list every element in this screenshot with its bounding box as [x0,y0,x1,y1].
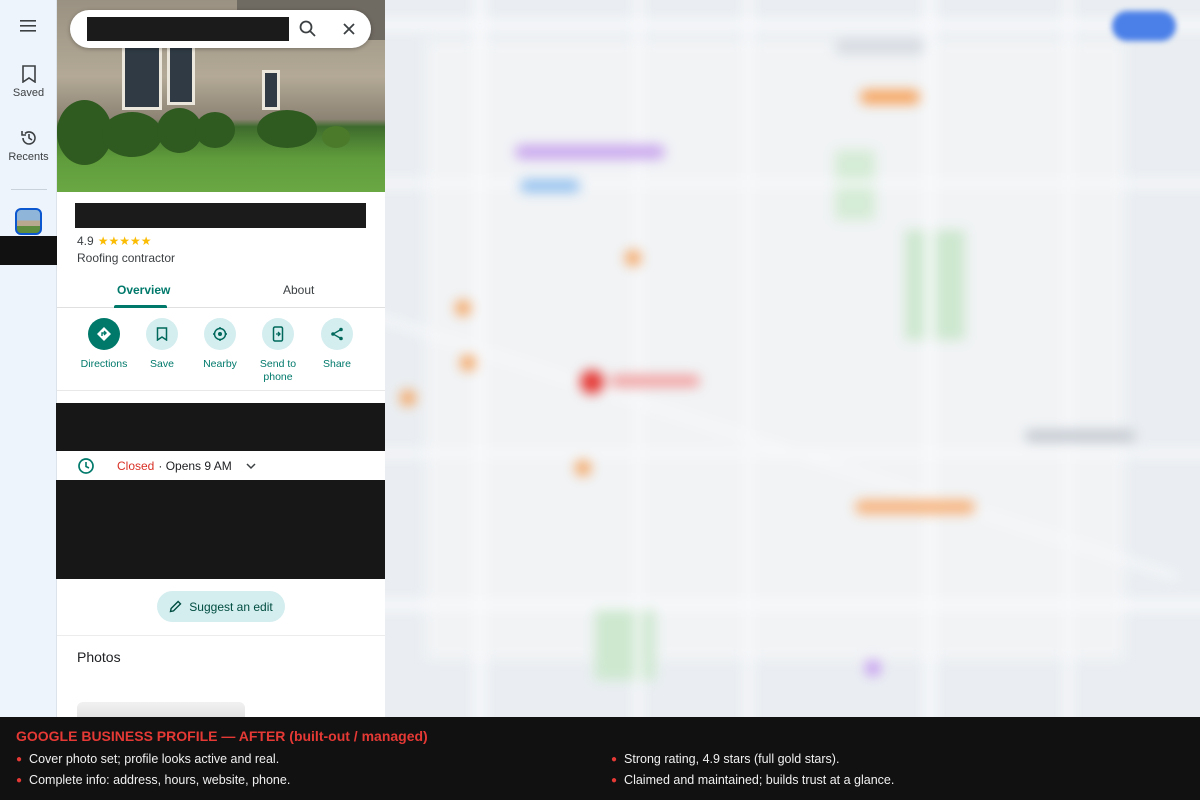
redacted-text [0,236,59,265]
caption-bullet-text: Strong rating, 4.9 stars (full gold star… [624,752,840,766]
caption-bullet: ● Claimed and maintained; builds trust at… [611,773,895,787]
caption-bullet-text: Cover photo set; profile looks active an… [29,752,280,766]
save-label: Save [150,358,174,370]
nearby-label: Nearby [203,358,237,370]
share-label: Share [322,358,352,370]
search-icon[interactable] [298,19,318,39]
redacted-business-name [75,203,366,228]
redacted-search-query [87,17,289,41]
redacted-address [56,403,386,451]
tab-about[interactable]: About [283,283,314,297]
nearby-button[interactable]: Nearby [190,318,250,371]
recents-label: Recents [8,151,49,163]
caption-bullet: ● Cover photo set; profile looks active a… [16,752,280,766]
caption-bullet: ● Strong rating, 4.9 stars (full gold sta… [611,752,840,766]
clock-icon [78,458,94,474]
section-divider [57,635,385,636]
tab-overview[interactable]: Overview [117,283,170,297]
photo-thumbnail[interactable] [77,702,245,717]
chevron-down-icon[interactable] [246,462,256,470]
save-button[interactable]: Save [132,318,192,371]
saved-button[interactable]: Saved [0,65,57,99]
hours-row[interactable]: Closed · Opens 9 AM [77,457,256,475]
bookmark-icon [156,327,168,341]
action-buttons: Directions Save Nearby Send to phone Sha… [57,318,385,391]
tab-bar: Overview About [57,278,385,308]
history-icon [20,131,36,145]
suggest-edit-button[interactable]: Suggest an edit [157,591,285,622]
caption-banner: GOOGLE BUSINESS PROFILE — AFTER (built-o… [0,717,1200,800]
rating-row[interactable]: 4.9 ★★★★★ [77,234,151,248]
hours-detail: · Opens 9 AM [158,459,232,473]
pencil-icon [169,600,182,613]
share-button[interactable]: Share [307,318,367,371]
search-box[interactable] [70,10,371,48]
directions-label: Directions [80,358,128,370]
suggest-edit-label: Suggest an edit [189,599,273,614]
map-action-button[interactable] [1112,11,1176,41]
redacted-contact-info [56,480,386,579]
send-to-phone-label: Send to phone [259,358,297,383]
left-rail: Saved Recents [0,0,57,717]
bookmark-icon [21,65,36,83]
recents-button[interactable]: Recents [0,129,57,163]
caption-bullet: ● Complete info: address, hours, website,… [16,773,291,787]
star-rating: ★★★★★ [97,234,152,248]
rating-value: 4.9 [77,234,94,248]
caption-bullet-text: Claimed and maintained; builds trust at … [624,773,895,787]
photos-heading: Photos [77,649,121,665]
active-tab-indicator [114,305,167,308]
share-icon [331,327,343,341]
map-canvas[interactable] [385,0,1200,717]
directions-button[interactable]: Directions [74,318,134,371]
saved-label: Saved [12,87,45,99]
menu-icon [19,20,36,32]
hours-status: Closed [117,459,155,473]
directions-icon [97,327,111,341]
recent-place-thumbnail[interactable] [15,208,42,235]
caption-bullet-text: Complete info: address, hours, website, … [29,773,291,787]
business-category[interactable]: Roofing contractor [77,251,175,265]
send-to-phone-icon [272,326,284,342]
nearby-icon [213,327,227,341]
menu-button[interactable] [0,19,57,33]
rail-divider [11,189,47,190]
caption-title: GOOGLE BUSINESS PROFILE — AFTER (built-o… [16,728,428,744]
close-icon[interactable] [339,19,359,39]
send-to-phone-button[interactable]: Send to phone [248,318,308,384]
